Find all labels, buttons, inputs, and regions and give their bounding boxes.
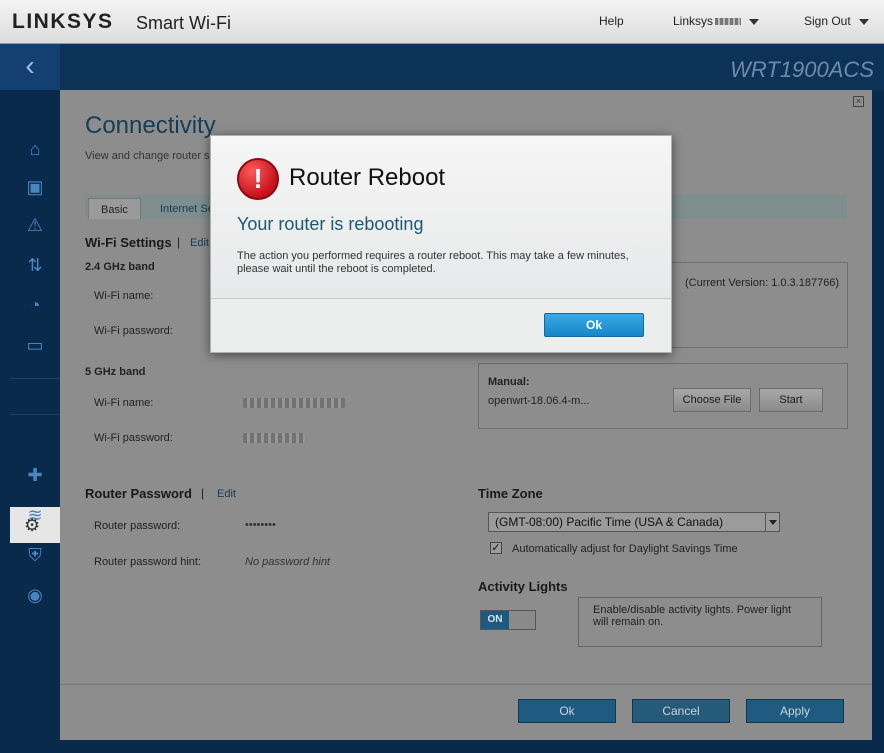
start-button[interactable]: Start (759, 388, 823, 412)
sidebar: ⌂ ▣ ⚠ ⇅ ◔ ▭ ⚙ ✚ ≋ ⛨ ◉ (0, 90, 66, 753)
linksys-logo: LINKSYS (12, 10, 114, 33)
wifi-password-label: Wi-Fi password: (94, 325, 173, 337)
band-24-label: 2.4 GHz band (85, 261, 155, 273)
band-5-label: 5 GHz band (85, 366, 146, 378)
firmware-current-version: (Current Version: 1.0.3.187766) (685, 277, 840, 289)
time-zone-select[interactable]: (GMT-08:00) Pacific Time (USA & Canada) (488, 512, 780, 532)
router-password-edit-link[interactable]: Edit (217, 488, 236, 500)
security-icon[interactable]: ⛨ (22, 544, 48, 566)
manual-update-box: Manual: openwrt-18.06.4-m... Choose File… (478, 363, 848, 429)
chevron-down-icon (765, 513, 779, 531)
router-password-hint-value: No password hint (245, 556, 330, 568)
wifi-name-label: Wi-Fi name: (94, 397, 154, 409)
dst-label: Automatically adjust for Daylight Saving… (512, 543, 738, 555)
sign-out-label: Sign Out (804, 14, 851, 28)
router-password-label: Router password: (94, 520, 181, 532)
troubleshooting-icon[interactable]: ✚ (22, 464, 48, 486)
product-name: Smart Wi-Fi (136, 13, 231, 33)
wifi-password-label: Wi-Fi password: (94, 432, 173, 444)
network-map-icon[interactable]: ⌂ (22, 138, 48, 160)
wifi-edit-link[interactable]: Edit (190, 237, 209, 249)
router-password-value: •••••••• (245, 519, 276, 531)
back-button[interactable]: ‹ (0, 44, 60, 90)
tab-basic[interactable]: Basic (88, 198, 141, 220)
help-link[interactable]: Help (599, 14, 624, 28)
separator: | (201, 486, 205, 500)
warning-icon[interactable]: ⚠ (22, 214, 48, 236)
dst-checkbox[interactable]: ✓ (490, 542, 502, 554)
media-icon[interactable]: ⇅ (22, 254, 48, 276)
openvpn-icon[interactable]: ◉ (22, 584, 48, 606)
apply-button[interactable]: Apply (746, 699, 844, 723)
dialog-title: Router Reboot (289, 164, 446, 191)
model-name: WRT1900ACS (730, 57, 874, 82)
blurred-wifi-name (243, 398, 345, 408)
speed-test-icon[interactable]: ◔ (22, 294, 48, 316)
ok-button[interactable]: Ok (518, 699, 616, 723)
router-password-hint-label: Router password hint: (94, 556, 201, 568)
top-bar: LINKSYS Smart Wi-Fi Help Linksys Sign Ou… (0, 0, 884, 44)
dialog-message: The action you performed requires a rout… (237, 250, 629, 275)
cancel-button[interactable]: Cancel (632, 699, 730, 723)
chevron-down-icon (749, 18, 760, 25)
manual-label: Manual: (488, 376, 530, 388)
toggle-on-label: ON (481, 611, 509, 629)
separator: | (177, 235, 181, 249)
dialog-subtitle: Your router is rebooting (237, 214, 424, 234)
firmware-file-name: openwrt-18.06.4-m... (488, 395, 590, 407)
blurred-username (715, 18, 742, 26)
sidebar-divider (10, 378, 60, 379)
time-zone-title: Time Zone (478, 486, 543, 501)
choose-file-button[interactable]: Choose File (673, 388, 751, 412)
dialog-ok-button[interactable]: Ok (544, 313, 644, 337)
activity-lights-title: Activity Lights (478, 579, 568, 594)
close-icon[interactable]: × (853, 96, 864, 107)
user-name: Linksys (673, 14, 714, 28)
page-subtitle: View and change router se (85, 150, 216, 162)
blurred-wifi-password (243, 433, 305, 443)
user-menu[interactable]: Linksys (673, 14, 760, 28)
chevron-down-icon (858, 18, 869, 25)
wifi-name-label: Wi-Fi name: (94, 290, 154, 302)
activity-lights-toggle[interactable]: ON (480, 610, 536, 630)
sidebar-divider (10, 414, 60, 415)
activity-lights-note: Enable/disable activity lights. Power li… (578, 597, 822, 647)
page-title: Connectivity (85, 112, 216, 139)
wireless-icon[interactable]: ≋ (22, 504, 48, 526)
alert-icon: ! (237, 158, 279, 200)
sign-out-menu[interactable]: Sign Out (804, 14, 869, 28)
devices-icon[interactable]: ▣ (22, 176, 48, 198)
time-zone-value: (GMT-08:00) Pacific Time (USA & Canada) (495, 515, 724, 529)
external-storage-icon[interactable]: ▭ (22, 334, 48, 356)
wifi-settings-title: Wi-Fi Settings (85, 235, 172, 250)
router-reboot-dialog: ! Router Reboot Your router is rebooting… (210, 135, 672, 353)
router-password-title: Router Password (85, 486, 192, 501)
